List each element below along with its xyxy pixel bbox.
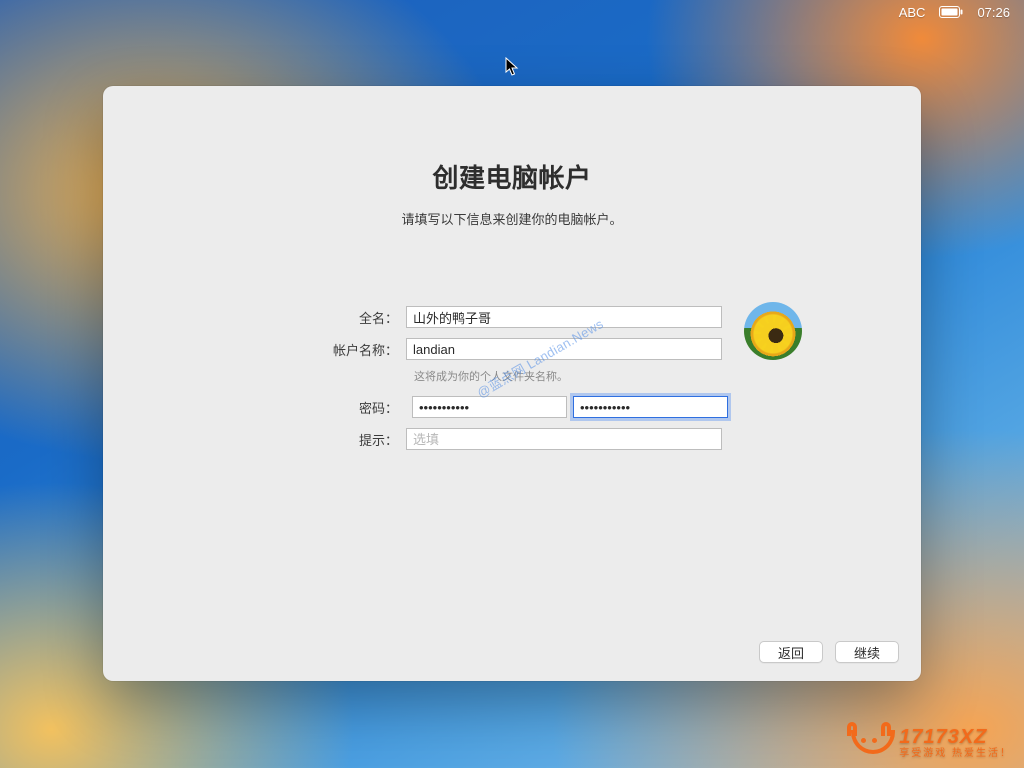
account-form: 全名： 帐户名称： 这将成为你的个人文件夹名称。 密码： 提示： xyxy=(296,304,728,458)
password-input[interactable] xyxy=(412,396,567,418)
cursor-icon xyxy=(505,57,520,82)
account-name-input[interactable] xyxy=(406,338,722,360)
desktop-background: ABC 07:26 创建电脑帐户 请填写以下信息来创建你的电脑帐户。 全名： 帐… xyxy=(0,0,1024,768)
site-brand: 17173XZ 享受游戏 热爱生活！ xyxy=(847,726,1012,760)
full-name-label: 全名： xyxy=(296,308,406,327)
battery-icon[interactable] xyxy=(939,6,963,18)
brand-name: 17173XZ xyxy=(899,727,1012,747)
brand-logo-icon xyxy=(847,726,891,760)
input-source-indicator[interactable]: ABC xyxy=(899,5,926,20)
brand-tagline: 享受游戏 热爱生活！ xyxy=(899,749,1012,759)
password-label: 密码： xyxy=(296,398,406,417)
account-name-helper: 这将成为你的个人文件夹名称。 xyxy=(414,368,728,384)
account-name-label: 帐户名称： xyxy=(296,340,406,359)
continue-button[interactable]: 继续 xyxy=(835,641,899,663)
full-name-input[interactable] xyxy=(406,306,722,328)
hint-input[interactable] xyxy=(406,428,722,450)
hint-label: 提示： xyxy=(296,430,406,449)
footer-buttons: 返回 继续 xyxy=(759,641,899,663)
back-button[interactable]: 返回 xyxy=(759,641,823,663)
menubar-clock[interactable]: 07:26 xyxy=(977,5,1010,20)
setup-window: 创建电脑帐户 请填写以下信息来创建你的电脑帐户。 全名： 帐户名称： 这将成为你… xyxy=(103,86,921,681)
account-avatar[interactable] xyxy=(744,302,802,360)
menubar: ABC 07:26 xyxy=(885,0,1024,24)
page-title: 创建电脑帐户 xyxy=(103,158,921,195)
password-confirm-input[interactable] xyxy=(573,396,728,418)
page-subtitle: 请填写以下信息来创建你的电脑帐户。 xyxy=(103,209,921,228)
